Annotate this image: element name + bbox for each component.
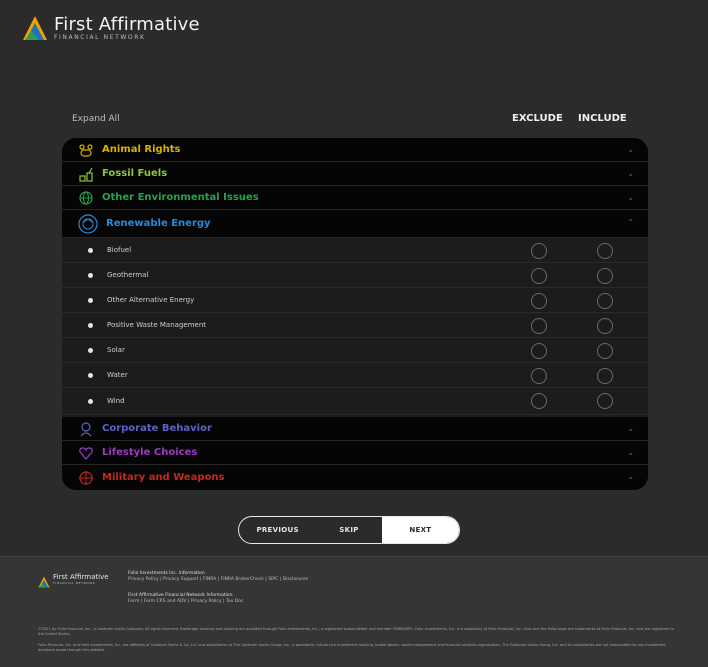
bullet-icon xyxy=(88,297,93,303)
exclude-radio[interactable] xyxy=(531,268,547,284)
category-label: Corporate Behavior xyxy=(102,423,212,434)
bullet-icon xyxy=(88,247,93,253)
category-label: Renewable Energy xyxy=(106,218,211,229)
chevron-down-icon[interactable]: ⌄ xyxy=(627,472,634,481)
category-label: Other Environmental Issues xyxy=(102,192,259,203)
skip-button[interactable]: SKIP xyxy=(316,517,381,543)
category-animal-rights[interactable]: Animal Rights ⌄ xyxy=(62,138,648,162)
subcategory-label: Other Alternative Energy xyxy=(107,296,195,304)
subcategory-label: Positive Waste Management xyxy=(107,321,207,329)
subcategory-label: Biofuel xyxy=(107,246,132,254)
footer-legal-text: ©2021 by Folio Financial, Inc., a Goldma… xyxy=(38,627,674,636)
category-fossil-fuels[interactable]: Fossil Fuels ⌄ xyxy=(62,162,648,186)
include-radio[interactable] xyxy=(597,318,613,334)
subcategory-row: Solar xyxy=(62,338,648,363)
category-label: Military and Weapons xyxy=(102,472,225,483)
brand-logo[interactable]: First Affirmative FINANCIAL NETWORK xyxy=(22,14,200,41)
bullet-icon xyxy=(88,272,93,278)
bullet-icon xyxy=(88,372,93,378)
footer-brand-tagline: FINANCIAL NETWORK xyxy=(53,581,96,585)
exclude-radio[interactable] xyxy=(531,318,547,334)
subcategory-row: Biofuel xyxy=(62,238,648,263)
include-radio[interactable] xyxy=(597,243,613,259)
include-column-header: INCLUDE xyxy=(578,113,627,124)
brand-mark-icon xyxy=(38,573,50,588)
category-label: Fossil Fuels xyxy=(102,168,168,179)
brand-tagline: FINANCIAL NETWORK xyxy=(54,34,146,41)
bullet-icon xyxy=(88,398,93,404)
footer-firm-info: First Affirmative Financial Network Info… xyxy=(128,593,243,605)
category-label: Animal Rights xyxy=(102,144,181,155)
subcategory-row: Wind xyxy=(62,388,648,415)
category-other-environmental-issues[interactable]: Other Environmental Issues ⌄ xyxy=(62,186,648,210)
subcategory-row: Other Alternative Energy xyxy=(62,288,648,313)
exclude-radio[interactable] xyxy=(531,343,547,359)
subcategory-row: Geothermal xyxy=(62,263,648,288)
category-military-and-weapons[interactable]: Military and Weapons ⌄ xyxy=(62,465,648,490)
category-corporate-behavior[interactable]: Corporate Behavior ⌄ xyxy=(62,417,648,441)
chevron-down-icon[interactable]: ⌄ xyxy=(627,169,634,178)
include-radio[interactable] xyxy=(597,393,613,409)
wizard-navigation: PREVIOUS SKIP NEXT xyxy=(238,516,460,544)
bullet-icon xyxy=(88,322,93,328)
subcategory-row: Water xyxy=(62,363,648,388)
subcategory-row: Positive Waste Management xyxy=(62,313,648,338)
heart-icon xyxy=(78,445,94,461)
exclude-radio[interactable] xyxy=(531,393,547,409)
category-renewable-energy[interactable]: Renewable Energy ⌃ xyxy=(62,210,648,238)
footer-brand-name: First Affirmative xyxy=(53,573,109,581)
chevron-down-icon[interactable]: ⌄ xyxy=(627,424,634,433)
oil-derrick-icon xyxy=(78,166,94,182)
footer-brand-logo[interactable]: First Affirmative FINANCIAL NETWORK xyxy=(38,573,109,588)
include-radio[interactable] xyxy=(597,343,613,359)
subcategory-label: Wind xyxy=(107,397,125,405)
footer-firm-links[interactable]: Form | Form CRS and ADV | Privacy Policy… xyxy=(128,599,243,605)
exclude-radio[interactable] xyxy=(531,243,547,259)
controls-row: Expand All EXCLUDE INCLUDE xyxy=(72,113,638,128)
footer-folio-info: Folio Investments Inc. Information Priva… xyxy=(128,571,308,583)
globe-icon xyxy=(78,190,94,206)
recycle-icon xyxy=(78,213,98,234)
expand-all-link[interactable]: Expand All xyxy=(72,114,120,124)
footer: First Affirmative FINANCIAL NETWORK Foli… xyxy=(0,556,708,667)
chevron-down-icon[interactable]: ⌄ xyxy=(627,145,634,154)
footer-legal-text: Folio Financial, Inc. and Folio Investme… xyxy=(38,643,666,652)
bullet-icon xyxy=(88,347,93,353)
category-label: Lifestyle Choices xyxy=(102,447,198,458)
category-lifestyle-choices[interactable]: Lifestyle Choices ⌄ xyxy=(62,441,648,465)
category-panel: Animal Rights ⌄ Fossil Fuels ⌄ Other Env… xyxy=(62,138,648,490)
brand-mark-icon xyxy=(22,15,48,41)
subcategory-label: Solar xyxy=(107,346,125,354)
exclude-radio[interactable] xyxy=(531,293,547,309)
next-button[interactable]: NEXT xyxy=(381,517,459,543)
chevron-up-icon[interactable]: ⌃ xyxy=(627,218,634,227)
include-radio[interactable] xyxy=(597,368,613,384)
crosshair-icon xyxy=(78,470,94,486)
briefcase-icon xyxy=(78,421,94,437)
chevron-down-icon[interactable]: ⌄ xyxy=(627,193,634,202)
include-radio[interactable] xyxy=(597,293,613,309)
paw-icon xyxy=(78,142,94,158)
brand-name: First Affirmative xyxy=(54,14,200,35)
footer-folio-links[interactable]: Privacy Policy | Privacy Support | FINRA… xyxy=(128,577,308,583)
previous-button[interactable]: PREVIOUS xyxy=(239,517,316,543)
chevron-down-icon[interactable]: ⌄ xyxy=(627,448,634,457)
subcategory-label: Geothermal xyxy=(107,271,149,279)
exclude-column-header: EXCLUDE xyxy=(512,113,563,124)
exclude-radio[interactable] xyxy=(531,368,547,384)
include-radio[interactable] xyxy=(597,268,613,284)
subcategory-label: Water xyxy=(107,371,128,379)
